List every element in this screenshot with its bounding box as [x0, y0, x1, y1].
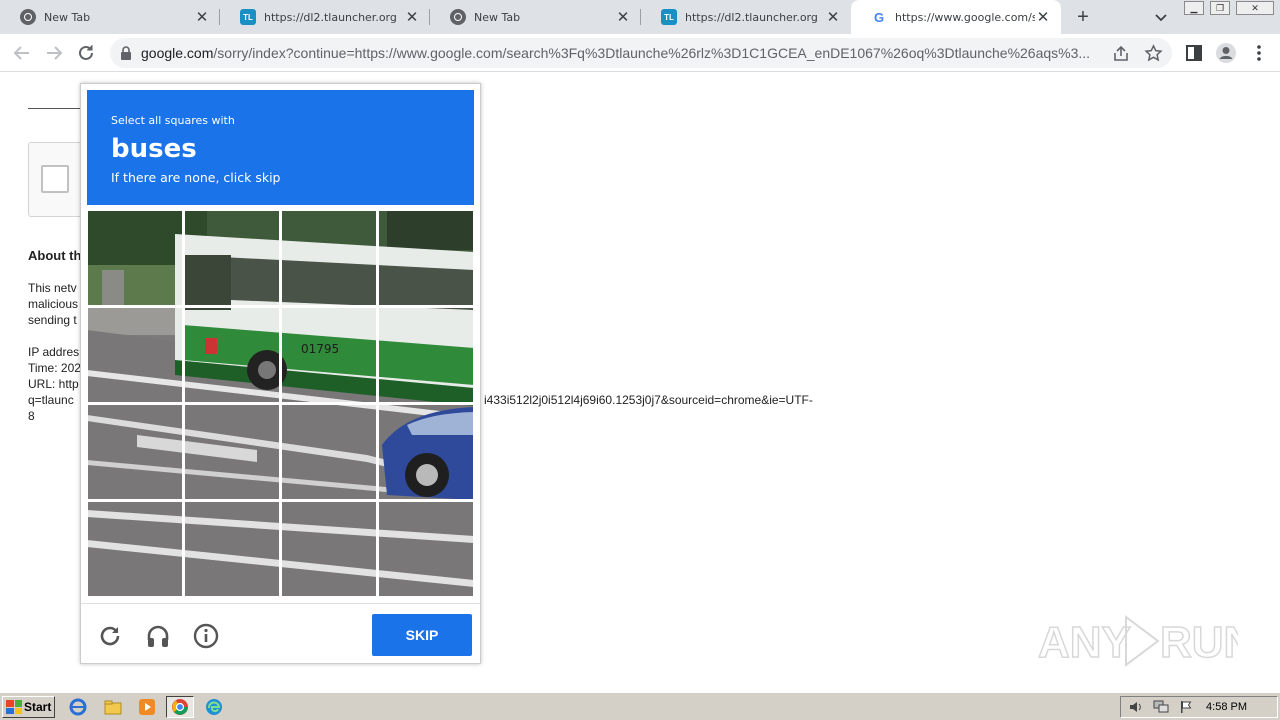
- grid-tile[interactable]: [87, 306, 184, 404]
- chrome-taskbar-icon[interactable]: [166, 696, 194, 718]
- time-label: Time: 202: [28, 361, 81, 375]
- system-tray: 4:58 PM: [1120, 696, 1278, 718]
- url-line-start: q=tlaunc: [28, 393, 74, 407]
- info-icon[interactable]: [192, 622, 220, 650]
- close-icon[interactable]: ✕: [194, 8, 210, 26]
- ip-address-label: IP addres: [28, 345, 80, 359]
- about-line: malicious: [28, 297, 79, 311]
- tab-title: https://dl2.tlauncher.org: [264, 10, 397, 24]
- grid-tile[interactable]: [280, 306, 378, 404]
- grid-tile[interactable]: [377, 210, 474, 307]
- grid-tile[interactable]: [183, 210, 281, 307]
- action-center-flag-icon[interactable]: [1179, 700, 1193, 714]
- window-close-icon[interactable]: ✕: [1236, 1, 1274, 15]
- close-icon[interactable]: ✕: [825, 8, 841, 26]
- challenge-hint: If there are none, click skip: [111, 170, 281, 185]
- grid-tile[interactable]: [87, 500, 184, 597]
- about-heading: About th: [28, 248, 82, 263]
- network-icon[interactable]: [1153, 700, 1169, 714]
- clock: 4:58 PM: [1206, 701, 1247, 713]
- chevron-down-icon[interactable]: [1152, 8, 1170, 26]
- svg-text:ANY: ANY: [1038, 618, 1131, 667]
- chrome-icon: [450, 9, 466, 25]
- url-path: /sorry/index?continue=https://www.google…: [213, 45, 1091, 61]
- tab-3[interactable]: New Tab ✕: [430, 0, 641, 34]
- close-icon[interactable]: ✕: [615, 8, 631, 26]
- windows-taskbar: Start 4:58 PM: [0, 692, 1280, 720]
- forward-icon[interactable]: [43, 42, 65, 64]
- challenge-image-grid: 01795: [87, 210, 474, 597]
- chrome-icon: [20, 9, 36, 25]
- recaptcha-challenge-dialog: Select all squares with buses If there a…: [80, 83, 481, 664]
- url-line-end: i433i512l2j0i512l4j69i60.1253j0j7&source…: [484, 393, 813, 407]
- url-label: URL: http: [28, 377, 79, 391]
- challenge-footer: SKIP: [81, 603, 480, 664]
- reload-challenge-icon[interactable]: [96, 622, 124, 650]
- bookmark-star-icon[interactable]: [1144, 44, 1163, 63]
- about-line: sending t: [28, 313, 77, 327]
- tab-title: https://dl2.tlauncher.org: [685, 10, 818, 24]
- close-icon[interactable]: ✕: [1035, 8, 1051, 26]
- back-icon[interactable]: [11, 42, 33, 64]
- grid-tile[interactable]: [87, 403, 184, 501]
- start-label: Start: [24, 700, 52, 714]
- grid-tile[interactable]: [377, 500, 474, 597]
- tab-1[interactable]: New Tab ✕: [0, 0, 220, 34]
- challenge-instruction: Select all squares with: [111, 114, 235, 127]
- windows-logo-icon: [6, 700, 22, 714]
- tab-2[interactable]: TL https://dl2.tlauncher.org ✕: [220, 0, 430, 34]
- lock-icon[interactable]: [120, 46, 132, 60]
- tab-strip: New Tab ✕ TL https://dl2.tlauncher.org ✕…: [0, 0, 1280, 34]
- tab-title: New Tab: [44, 10, 91, 24]
- headphones-audio-icon[interactable]: [144, 622, 172, 650]
- restore-icon[interactable]: ❐: [1210, 1, 1230, 15]
- tab-title: New Tab: [474, 10, 521, 24]
- file-explorer-icon[interactable]: [99, 696, 127, 718]
- recaptcha-anchor-card: [28, 142, 88, 217]
- tlauncher-icon: TL: [661, 9, 677, 25]
- grid-tile[interactable]: [183, 306, 281, 404]
- reload-icon[interactable]: [75, 42, 97, 64]
- svg-text:RUN: RUN: [1160, 618, 1238, 667]
- edge-icon[interactable]: [200, 696, 228, 718]
- grid-tile[interactable]: [280, 210, 378, 307]
- divider: [28, 108, 80, 109]
- about-line: This netv: [28, 281, 77, 295]
- grid-tile[interactable]: [280, 403, 378, 501]
- media-player-icon[interactable]: [133, 696, 161, 718]
- close-icon[interactable]: ✕: [404, 8, 420, 26]
- grid-tile[interactable]: [183, 500, 281, 597]
- challenge-header: Select all squares with buses If there a…: [87, 90, 474, 205]
- start-button[interactable]: Start: [2, 696, 55, 718]
- new-tab-button[interactable]: +: [1072, 6, 1094, 28]
- challenge-target-word: buses: [111, 134, 197, 164]
- url-line-final: 8: [28, 409, 35, 423]
- grid-tile[interactable]: [377, 306, 474, 404]
- volume-icon[interactable]: [1129, 700, 1143, 714]
- menu-kebab-icon[interactable]: [1248, 42, 1270, 64]
- grid-tile[interactable]: [377, 403, 474, 501]
- tab-4[interactable]: TL https://dl2.tlauncher.org ✕: [641, 0, 851, 34]
- recaptcha-checkbox[interactable]: [41, 165, 69, 193]
- url-text[interactable]: google.com/sorry/index?continue=https://…: [141, 45, 1090, 61]
- browser-toolbar: google.com/sorry/index?continue=https://…: [0, 34, 1280, 72]
- tab-5-active[interactable]: G https://www.google.com/search ✕: [851, 0, 1061, 34]
- url-host: google.com: [141, 45, 214, 61]
- minimize-icon[interactable]: ▁: [1184, 1, 1204, 15]
- tlauncher-icon: TL: [240, 9, 256, 25]
- grid-tile[interactable]: [87, 210, 184, 307]
- share-icon[interactable]: [1112, 45, 1130, 63]
- profile-avatar-icon[interactable]: [1215, 42, 1237, 64]
- google-icon: G: [873, 9, 885, 25]
- tab-title: https://www.google.com/search: [895, 10, 1035, 24]
- grid-tile[interactable]: [183, 403, 281, 501]
- grid-tile[interactable]: [280, 500, 378, 597]
- anyrun-watermark-logo: ANY RUN: [1038, 615, 1238, 668]
- internet-explorer-icon[interactable]: [64, 696, 92, 718]
- side-panel-icon[interactable]: [1183, 42, 1205, 64]
- skip-button[interactable]: SKIP: [372, 614, 472, 656]
- address-bar[interactable]: google.com/sorry/index?continue=https://…: [110, 38, 1172, 68]
